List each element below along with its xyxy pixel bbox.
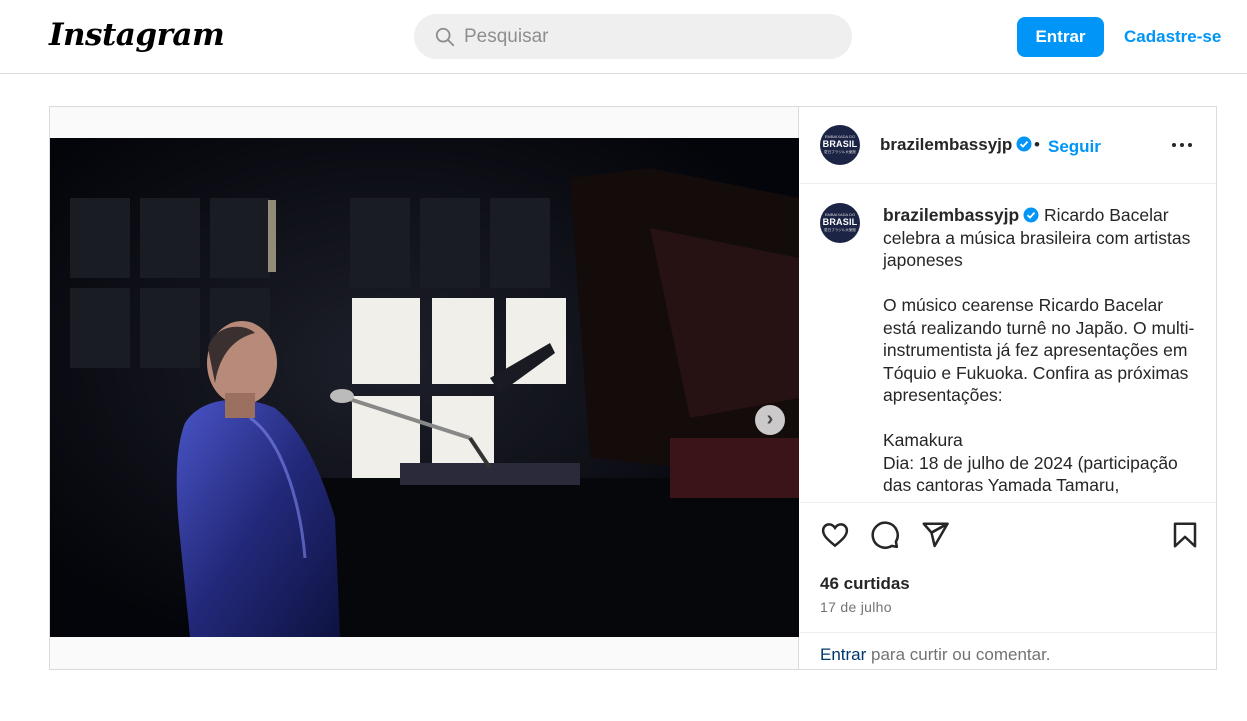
likes-count[interactable]: 46 curtidas [820,574,910,594]
bookmark-icon[interactable] [1170,520,1200,550]
post-photo[interactable]: › [50,138,799,637]
chevron-right-icon: › [766,408,774,430]
heart-icon[interactable] [820,520,850,550]
share-icon[interactable] [920,520,950,550]
follow-button[interactable]: Seguir [1048,137,1101,157]
comment-prompt-text: para curtir ou comentar. [871,645,1051,664]
caption-username[interactable]: brazilembassyjp [883,205,1019,225]
caption-location: Kamakura [883,430,963,450]
more-options-icon[interactable] [1170,141,1194,149]
post-date[interactable]: 17 de julho [820,599,892,615]
comment-icon[interactable] [870,520,900,550]
verified-badge-icon [1016,136,1032,152]
caption-avatar[interactable]: EMBAIXADA DO BRASIL 駐日ブラジル大使館 [820,203,860,243]
comment-bar: Entrar para curtir ou comentar. [800,632,1216,670]
post-username[interactable]: brazilembassyjp [880,135,1032,155]
separator-dot: • [1034,135,1040,154]
post-sidebar: EMBAIXADA DO BRASIL 駐日ブラジル大使館 brazilemba… [800,107,1216,669]
carousel-next-button[interactable]: › [755,405,785,435]
post-media: › [50,107,799,669]
avatar[interactable]: EMBAIXADA DO BRASIL 駐日ブラジル大使館 [820,125,860,165]
login-button[interactable]: Entrar [1017,17,1104,57]
comment-login-link[interactable]: Entrar [820,645,866,665]
caption-paragraph: O músico cearense Ricardo Bacelar está r… [883,295,1195,405]
post-actions: 46 curtidas 17 de julho [800,502,1216,633]
verified-badge-icon [1023,207,1039,223]
caption-date-line: Dia: 18 de julho de 2024 (participação d… [883,452,1178,496]
post-header: EMBAIXADA DO BRASIL 駐日ブラジル大使館 brazilemba… [800,107,1216,184]
avatar-main-text: BRASIL [822,217,858,227]
username-text[interactable]: brazilembassyjp [880,135,1012,154]
avatar-sub-text: 駐日ブラジル大使館 [824,150,856,154]
caption-area: EMBAIXADA DO BRASIL 駐日ブラジル大使館 brazilemba… [800,185,1216,501]
top-navigation: Instagram Entrar Cadastre-se [0,0,1247,74]
pianist-photo [50,138,799,637]
instagram-logo[interactable]: Instagram [49,17,225,53]
post-caption: brazilembassyjp Ricardo Bacelar celebra … [883,204,1201,497]
post-card: › EMBAIXADA DO BRASIL 駐日ブラジル大使館 brazilem… [49,106,1217,670]
signup-link[interactable]: Cadastre-se [1124,27,1221,47]
avatar-main-text: BRASIL [822,139,858,149]
search-icon [435,27,455,47]
avatar-sub-text: 駐日ブラジル大使館 [824,228,856,232]
search-box[interactable] [414,14,852,59]
search-input[interactable] [464,14,834,59]
